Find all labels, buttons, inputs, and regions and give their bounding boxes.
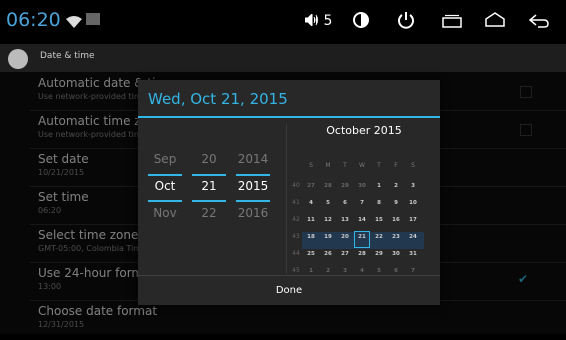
week-number: 42: [292, 216, 300, 223]
calendar-day[interactable]: 10: [406, 200, 420, 206]
calendar-month-title: October 2015: [326, 124, 402, 137]
calendar-day[interactable]: 4: [355, 268, 369, 274]
spinner-next[interactable]: 22: [190, 200, 228, 227]
calendar-day[interactable]: 14: [355, 217, 369, 223]
calendar-day[interactable]: 13: [338, 217, 352, 223]
back-icon[interactable]: [528, 13, 550, 32]
calendar-day[interactable]: 20: [338, 234, 352, 240]
calendar-day[interactable]: 2: [389, 183, 403, 189]
day-selection-line: [192, 174, 226, 176]
calendar-day[interactable]: 5: [321, 200, 335, 206]
calendar-day[interactable]: 25: [304, 251, 318, 257]
week-number: 41: [292, 199, 300, 206]
spinner-prev[interactable]: Sep: [146, 146, 184, 173]
day-spinner[interactable]: 20 21 22: [190, 146, 228, 227]
day-selection-line: [192, 200, 226, 202]
calendar-day[interactable]: 3: [406, 183, 420, 189]
calendar-day[interactable]: 1: [304, 268, 318, 274]
calendar-day[interactable]: 7: [406, 268, 420, 274]
spinner-next[interactable]: Nov: [146, 200, 184, 227]
calendar-day[interactable]: 27: [304, 183, 318, 189]
volume-level: 5: [323, 13, 333, 29]
weekday-header: S: [309, 162, 313, 169]
calendar-day[interactable]: 6: [338, 200, 352, 206]
recent-apps-icon[interactable]: [442, 13, 462, 32]
spinner-prev[interactable]: 2014: [234, 146, 272, 173]
calendar-day[interactable]: 23: [389, 234, 403, 240]
month-spinner[interactable]: Sep Oct Nov: [146, 146, 184, 227]
weekday-header: W: [359, 162, 365, 169]
home-icon[interactable]: [484, 12, 506, 32]
spinner-current[interactable]: Oct: [146, 173, 184, 200]
week-number: 40: [292, 182, 300, 189]
calendar-day[interactable]: 22: [372, 234, 386, 240]
year-selection-line: [236, 174, 270, 176]
calendar-day[interactable]: 15: [372, 217, 386, 223]
weekday-header: F: [394, 162, 398, 169]
weekday-header: T: [343, 162, 347, 169]
calendar-day[interactable]: 19: [321, 234, 335, 240]
calendar-day[interactable]: 27: [338, 251, 352, 257]
calendar-day[interactable]: 29: [372, 251, 386, 257]
calendar-day[interactable]: 28: [355, 251, 369, 257]
calendar-day[interactable]: 24: [406, 234, 420, 240]
weekday-header: M: [325, 162, 331, 169]
calendar-day[interactable]: 29: [338, 183, 352, 189]
dialog-separator: [286, 124, 287, 274]
calendar-day[interactable]: 31: [406, 251, 420, 257]
year-spinner[interactable]: 2014 2015 2016: [234, 146, 272, 227]
signal-icon: [86, 13, 100, 25]
status-bar: 06:20 5: [0, 0, 566, 44]
clock: 06:20: [6, 9, 61, 31]
calendar-day[interactable]: 7: [355, 200, 369, 206]
spinner-current[interactable]: 21: [190, 173, 228, 200]
month-selection-line: [148, 200, 182, 202]
calendar-day[interactable]: 30: [355, 183, 369, 189]
wifi-icon: [66, 13, 82, 32]
dialog-title: Wed, Oct 21, 2015: [148, 90, 288, 108]
calendar-day[interactable]: 12: [321, 217, 335, 223]
calendar-day[interactable]: 2: [321, 268, 335, 274]
calendar-day[interactable]: 1: [372, 183, 386, 189]
week-number: 45: [292, 267, 300, 274]
page-title: Date & time: [40, 51, 95, 61]
settings-app-icon[interactable]: [8, 49, 28, 69]
spinner-prev[interactable]: 20: [190, 146, 228, 173]
date-picker-dialog: Wed, Oct 21, 2015 Sep Oct Nov 20 21 22 2…: [138, 80, 440, 305]
calendar-day[interactable]: 11: [304, 217, 318, 223]
calendar-day[interactable]: 30: [389, 251, 403, 257]
calendar-day[interactable]: 21: [355, 234, 369, 240]
calendar-day[interactable]: 6: [389, 268, 403, 274]
month-selection-line: [148, 174, 182, 176]
calendar-day[interactable]: 17: [406, 217, 420, 223]
calendar-day[interactable]: 18: [304, 234, 318, 240]
calendar-day[interactable]: 4: [304, 200, 318, 206]
calendar-day[interactable]: 8: [372, 200, 386, 206]
calendar-day[interactable]: 28: [321, 183, 335, 189]
calendar-day[interactable]: 26: [321, 251, 335, 257]
year-selection-line: [236, 200, 270, 202]
spinner-current[interactable]: 2015: [234, 173, 272, 200]
dialog-title-divider: [138, 116, 440, 118]
week-number: 44: [292, 250, 300, 257]
spinner-next[interactable]: 2016: [234, 200, 272, 227]
volume-icon: [304, 12, 318, 28]
weekday-header: T: [377, 162, 381, 169]
week-number: 43: [292, 233, 300, 240]
done-button[interactable]: Done: [138, 276, 440, 305]
calendar-day[interactable]: 16: [389, 217, 403, 223]
brightness-icon[interactable]: [352, 11, 370, 33]
volume-indicator[interactable]: 5: [304, 12, 333, 29]
calendar-day[interactable]: 3: [338, 268, 352, 274]
weekday-header: S: [411, 162, 415, 169]
calendar-day[interactable]: 5: [372, 268, 386, 274]
action-bar: Date & time: [0, 44, 566, 73]
power-icon[interactable]: [397, 11, 415, 33]
calendar-day[interactable]: 9: [389, 200, 403, 206]
